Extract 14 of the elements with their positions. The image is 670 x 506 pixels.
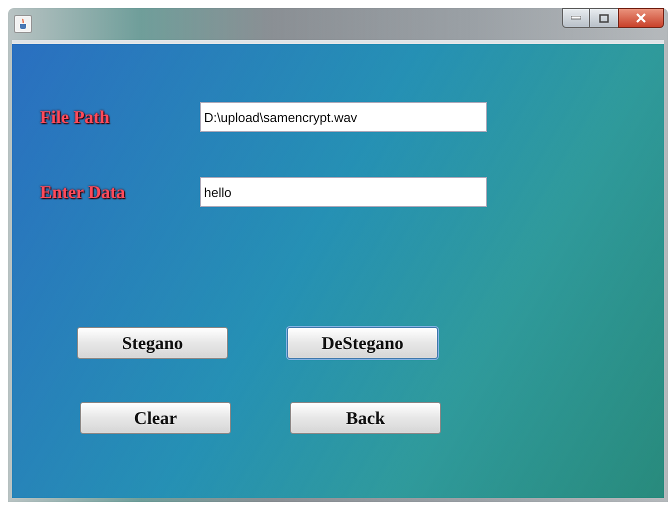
minimize-button[interactable] xyxy=(562,8,590,28)
minimize-icon xyxy=(571,16,581,20)
maximize-icon xyxy=(599,14,609,22)
action-button[interactable]: Back xyxy=(290,402,441,434)
maximize-button[interactable] xyxy=(590,8,618,28)
close-icon xyxy=(635,13,647,23)
field-label: File Path xyxy=(40,106,110,128)
action-button[interactable]: Stegano xyxy=(77,327,228,359)
text-field[interactable]: hello xyxy=(200,177,487,207)
text-field[interactable]: D:\upload\samencrypt.wav xyxy=(200,102,487,132)
field-label: Enter Data xyxy=(40,180,126,204)
action-button[interactable]: Clear xyxy=(80,402,231,434)
focused-button[interactable]: DeStegano xyxy=(287,327,438,359)
close-button[interactable] xyxy=(618,8,664,28)
